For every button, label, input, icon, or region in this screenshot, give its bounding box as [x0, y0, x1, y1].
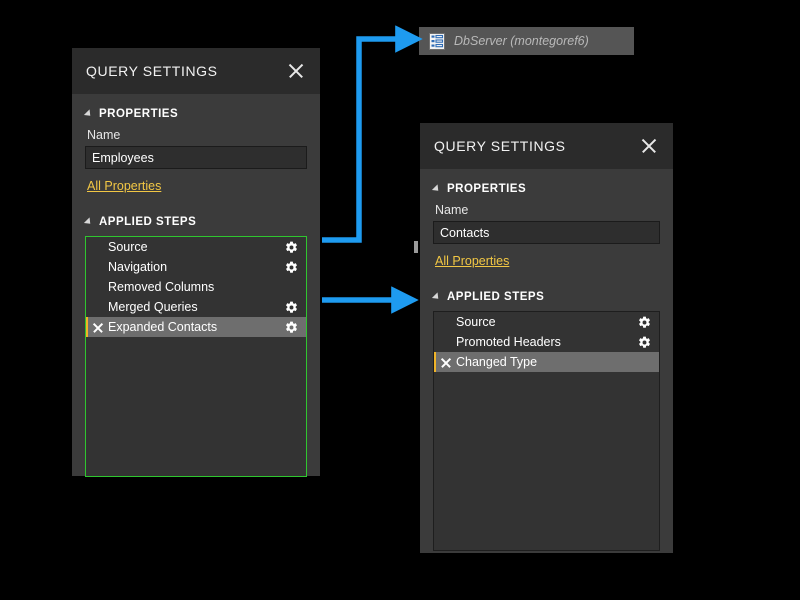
gear-icon[interactable]	[285, 321, 298, 334]
applied-step-label: Merged Queries	[108, 300, 285, 314]
applied-step-row[interactable]: Source	[434, 312, 659, 332]
selection-accent-bar	[434, 332, 436, 352]
selection-accent-bar	[434, 312, 436, 332]
applied-step-label: Expanded Contacts	[108, 320, 285, 334]
delete-step-icon[interactable]	[440, 357, 451, 368]
triangle-down-icon	[84, 109, 93, 118]
applied-step-label: Promoted Headers	[456, 335, 638, 349]
applied-step-label: Source	[108, 240, 285, 254]
properties-section-header[interactable]: PROPERTIES	[433, 183, 660, 195]
applied-steps-list-left[interactable]: Source Navigation Removed Columns Merged Qu…	[85, 236, 307, 477]
properties-section-label: PROPERTIES	[99, 108, 178, 120]
query-name-input[interactable]	[433, 221, 660, 244]
selection-accent-bar	[86, 317, 88, 337]
all-properties-link[interactable]: All Properties	[87, 179, 161, 193]
delete-step-icon[interactable]	[92, 322, 103, 333]
applied-step-label: Source	[456, 315, 638, 329]
name-label: Name	[435, 203, 660, 217]
selection-accent-bar	[86, 297, 88, 317]
dbserver-chip[interactable]: DbServer (montegoref6)	[419, 27, 634, 55]
query-name-input[interactable]	[85, 146, 307, 169]
database-table-icon	[429, 33, 445, 50]
properties-section-label: PROPERTIES	[447, 183, 526, 195]
applied-steps-section-label: APPLIED STEPS	[99, 216, 196, 228]
applied-step-row[interactable]: Source	[86, 237, 306, 257]
applied-steps-section-header[interactable]: APPLIED STEPS	[85, 216, 307, 228]
triangle-down-icon	[432, 292, 441, 301]
gear-icon[interactable]	[285, 261, 298, 274]
page-title: QUERY SETTINGS	[434, 138, 566, 154]
properties-section-header[interactable]: PROPERTIES	[85, 108, 307, 120]
selection-accent-bar	[86, 237, 88, 257]
applied-step-row[interactable]: Promoted Headers	[434, 332, 659, 352]
applied-step-row[interactable]: Merged Queries	[86, 297, 306, 317]
selection-accent-bar	[86, 257, 88, 277]
step-icon-slot	[434, 357, 456, 368]
panel-body-left: PROPERTIES Name All Properties APPLIED S…	[72, 94, 320, 477]
step-icon-slot	[86, 322, 108, 333]
triangle-down-icon	[432, 184, 441, 193]
selection-accent-bar	[86, 277, 88, 297]
arrow-source-to-dbserver	[322, 39, 404, 240]
applied-step-label: Navigation	[108, 260, 285, 274]
panel-header-right: QUERY SETTINGS	[420, 123, 673, 169]
page-title: QUERY SETTINGS	[86, 63, 218, 79]
query-settings-panel-left: QUERY SETTINGS PROPERTIES Name All Prope…	[72, 48, 320, 476]
applied-steps-section-header[interactable]: APPLIED STEPS	[433, 291, 660, 303]
gear-icon[interactable]	[285, 301, 298, 314]
applied-step-row[interactable]: Expanded Contacts	[86, 317, 306, 337]
panel-body-right: PROPERTIES Name All Properties APPLIED S…	[420, 169, 673, 551]
applied-step-row[interactable]: Removed Columns	[86, 277, 306, 297]
applied-step-row[interactable]: Navigation	[86, 257, 306, 277]
close-icon[interactable]	[639, 136, 659, 156]
triangle-down-icon	[84, 217, 93, 226]
gear-icon[interactable]	[285, 241, 298, 254]
gear-icon[interactable]	[638, 336, 651, 349]
applied-steps-list-right[interactable]: Source Promoted Headers Changed Type	[433, 311, 660, 551]
selection-accent-bar	[434, 352, 436, 372]
applied-step-label: Changed Type	[456, 355, 638, 369]
all-properties-link[interactable]: All Properties	[435, 254, 509, 268]
applied-step-label: Removed Columns	[108, 280, 285, 294]
applied-step-row[interactable]: Changed Type	[434, 352, 659, 372]
gear-icon[interactable]	[638, 316, 651, 329]
dbserver-label: DbServer (montegoref6)	[454, 34, 589, 48]
close-icon[interactable]	[286, 61, 306, 81]
query-settings-panel-right: QUERY SETTINGS PROPERTIES Name All Prope…	[420, 123, 673, 553]
panel-header-left: QUERY SETTINGS	[72, 48, 320, 94]
panel-splitter-handle[interactable]	[414, 241, 418, 253]
applied-steps-section-label: APPLIED STEPS	[447, 291, 544, 303]
name-label: Name	[87, 128, 307, 142]
